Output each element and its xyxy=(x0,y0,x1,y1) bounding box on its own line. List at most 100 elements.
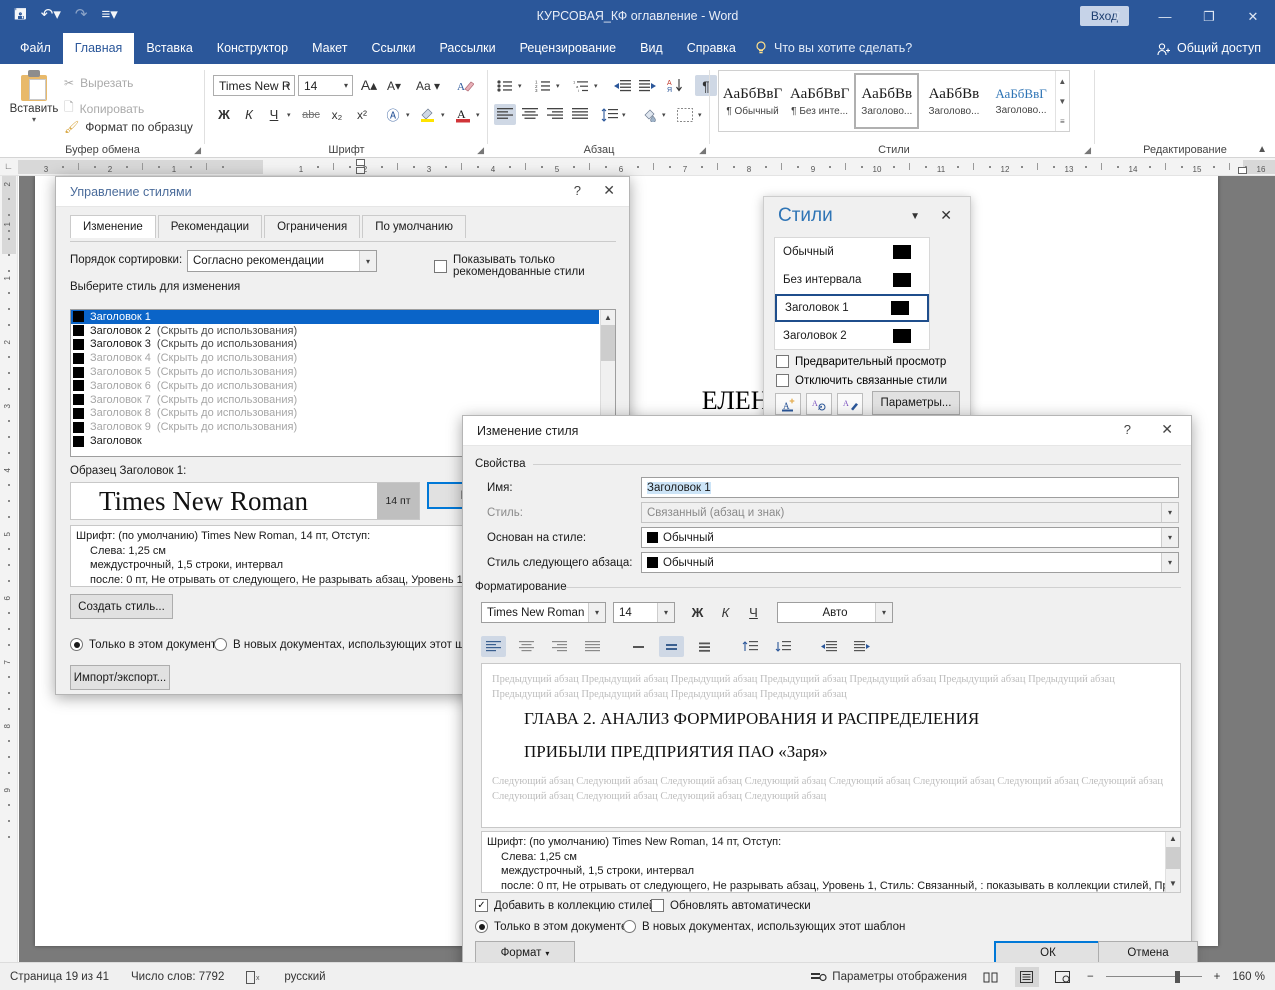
justify-icon[interactable] xyxy=(569,104,591,125)
gallery-scroll-up-icon[interactable]: ▲ xyxy=(1056,71,1069,91)
line-spacing-single-icon[interactable] xyxy=(626,636,651,657)
strikethrough-button[interactable]: abc xyxy=(299,104,323,125)
paragraph-dialog-launcher[interactable]: ◢ xyxy=(699,145,706,156)
read-mode-icon[interactable] xyxy=(979,967,1003,987)
change-case-button[interactable]: Aa ▾ xyxy=(412,75,444,96)
ribbon-tab[interactable]: Вставка xyxy=(134,33,204,64)
modify-style-description[interactable]: Шрифт: (по умолчанию) Times New Roman, 1… xyxy=(481,831,1181,893)
underline-caret-icon[interactable]: ▾ xyxy=(287,111,291,119)
scroll-up-icon[interactable]: ▲ xyxy=(1166,832,1180,847)
language-indicator[interactable]: русский xyxy=(284,971,325,983)
tell-me-search[interactable]: Что вы хотите сделать? xyxy=(755,33,912,64)
decrease-indent-icon[interactable] xyxy=(611,75,633,96)
modify-increase-indent-icon[interactable] xyxy=(849,636,874,657)
ribbon-tab[interactable]: Рассылки xyxy=(427,33,507,64)
ribbon-display-options-icon[interactable]: ⍒ xyxy=(1097,0,1137,33)
gallery-scroll-down-icon[interactable]: ▼ xyxy=(1056,91,1069,111)
sort-icon[interactable]: AЯ xyxy=(664,75,688,96)
hanging-indent-marker[interactable] xyxy=(356,167,365,174)
close-icon[interactable]: ✕ xyxy=(1161,421,1173,438)
close-button[interactable]: ✕ xyxy=(1231,0,1275,33)
font-dialog-launcher[interactable]: ◢ xyxy=(477,145,484,156)
style-list-item[interactable]: Заголовок 3 (Скрыть до использования) xyxy=(71,338,599,352)
style-list-item[interactable]: Заголовок 5 (Скрыть до использования) xyxy=(71,365,599,379)
word-count[interactable]: Число слов: 7792 xyxy=(131,971,224,983)
modify-decrease-indent-icon[interactable] xyxy=(816,636,841,657)
style-inspector-icon[interactable]: A ↗ xyxy=(806,393,832,415)
modify-font-size-combo[interactable]: 14 ▾ xyxy=(613,602,675,623)
ribbon-tab[interactable]: Рецензирование xyxy=(508,33,629,64)
align-left-icon[interactable] xyxy=(494,104,516,125)
format-painter-button[interactable]: 🖌 Формат по образцу xyxy=(64,120,193,134)
styles-pane-item[interactable]: Без интервала xyxy=(775,266,929,294)
font-color-icon[interactable]: A xyxy=(452,104,474,125)
help-icon[interactable]: ? xyxy=(1124,422,1131,437)
borders-caret-icon[interactable]: ▾ xyxy=(698,111,702,119)
modify-align-center-icon[interactable] xyxy=(514,636,539,657)
shading-caret-icon[interactable]: ▾ xyxy=(662,111,666,119)
styles-options-button[interactable]: Параметры... xyxy=(872,391,960,415)
vertical-ruler[interactable]: 2 1 1 2 3 4 5 6 7 8 9 xyxy=(0,176,18,962)
bullets-icon[interactable] xyxy=(494,75,516,96)
preview-checkbox[interactable]: Предварительный просмотр xyxy=(776,355,946,368)
style-list-item[interactable]: Заголовок 2 (Скрыть до использования) xyxy=(71,324,599,338)
scroll-down-icon[interactable]: ▼ xyxy=(1166,877,1180,892)
multilevel-caret-icon[interactable]: ▾ xyxy=(594,82,598,90)
superscript-button[interactable]: x² xyxy=(351,104,373,125)
modify-italic-button[interactable]: К xyxy=(713,602,738,623)
numbering-caret-icon[interactable]: ▾ xyxy=(556,82,560,90)
text-effects-icon[interactable]: Ⓐ xyxy=(382,104,404,125)
proofing-icon[interactable]: x xyxy=(246,970,262,984)
restore-button[interactable]: ❐ xyxy=(1187,0,1231,33)
styles-pane-item[interactable]: Заголовок 1 xyxy=(775,294,929,322)
ribbon-tab[interactable]: Файл xyxy=(8,33,63,64)
based-on-combo[interactable]: Обычный ▾ xyxy=(641,527,1179,548)
underline-button[interactable]: Ч xyxy=(263,104,285,125)
align-center-icon[interactable] xyxy=(519,104,541,125)
scrollbar-thumb[interactable] xyxy=(601,325,615,361)
import-export-button[interactable]: Импорт/экспорт... xyxy=(70,665,170,690)
new-style-icon[interactable]: A xyxy=(775,393,801,415)
copy-button[interactable]: 🗋 Копировать xyxy=(64,98,144,119)
line-spacing-caret-icon[interactable]: ▾ xyxy=(622,111,626,119)
manage-styles-tab[interactable]: Изменение xyxy=(70,215,156,238)
close-icon[interactable]: ✕ xyxy=(603,182,615,199)
style-gallery-item[interactable]: АаБбВв Заголово... xyxy=(854,73,920,129)
cut-button[interactable]: ✂ Вырезать xyxy=(64,76,133,90)
borders-icon[interactable] xyxy=(674,104,696,125)
minimize-button[interactable]: — xyxy=(1143,0,1187,33)
print-layout-icon[interactable] xyxy=(1014,967,1039,987)
highlight-caret-icon[interactable]: ▾ xyxy=(441,111,445,119)
modify-justify-icon[interactable] xyxy=(580,636,605,657)
gallery-scrollbar[interactable]: ▲ ▼ ≡ xyxy=(1054,71,1069,131)
scrollbar-thumb[interactable] xyxy=(1166,847,1180,869)
first-line-indent-marker[interactable] xyxy=(356,159,365,166)
zoom-level[interactable]: 160 % xyxy=(1232,971,1265,983)
help-icon[interactable]: ? xyxy=(574,183,581,198)
multilevel-list-icon[interactable]: 1ai xyxy=(570,75,592,96)
scroll-up-icon[interactable]: ▲ xyxy=(601,310,615,325)
style-name-input[interactable]: Заголовок 1 xyxy=(641,477,1179,498)
line-spacing-double-icon[interactable] xyxy=(692,636,717,657)
modify-bold-button[interactable]: Ж xyxy=(685,602,710,623)
style-gallery-item[interactable]: АаБбВвГ ¶ Без инте... xyxy=(787,73,852,129)
radio-new-documents[interactable]: В новых документах, использующих этот ша… xyxy=(214,638,496,651)
ribbon-tab[interactable]: Ссылки xyxy=(359,33,427,64)
styles-pane-item[interactable]: Заголовок 2 xyxy=(775,322,929,350)
modify-radio-new-documents[interactable]: В новых документах, использующих этот ша… xyxy=(623,920,905,933)
zoom-slider[interactable] xyxy=(1105,970,1202,984)
manage-styles-tab[interactable]: Ограничения xyxy=(264,215,361,238)
modify-font-color-combo[interactable]: Авто ▾ xyxy=(777,602,893,623)
share-button[interactable]: Общий доступ xyxy=(1157,33,1261,64)
bullets-caret-icon[interactable]: ▾ xyxy=(518,82,522,90)
manage-styles-icon[interactable]: A xyxy=(837,393,863,415)
font-color-caret-icon[interactable]: ▾ xyxy=(476,111,480,119)
line-spacing-icon[interactable] xyxy=(598,104,620,125)
highlight-icon[interactable] xyxy=(417,104,439,125)
display-settings-button[interactable]: Параметры отображения xyxy=(811,971,967,984)
font-size-combo[interactable]: 14 ▾ xyxy=(298,75,353,96)
align-right-icon[interactable] xyxy=(544,104,566,125)
style-list-item[interactable]: Заголовок 4 (Скрыть до использования) xyxy=(71,351,599,365)
ribbon-tab[interactable]: Конструктор xyxy=(205,33,300,64)
line-spacing-1-5-icon[interactable] xyxy=(659,636,684,657)
